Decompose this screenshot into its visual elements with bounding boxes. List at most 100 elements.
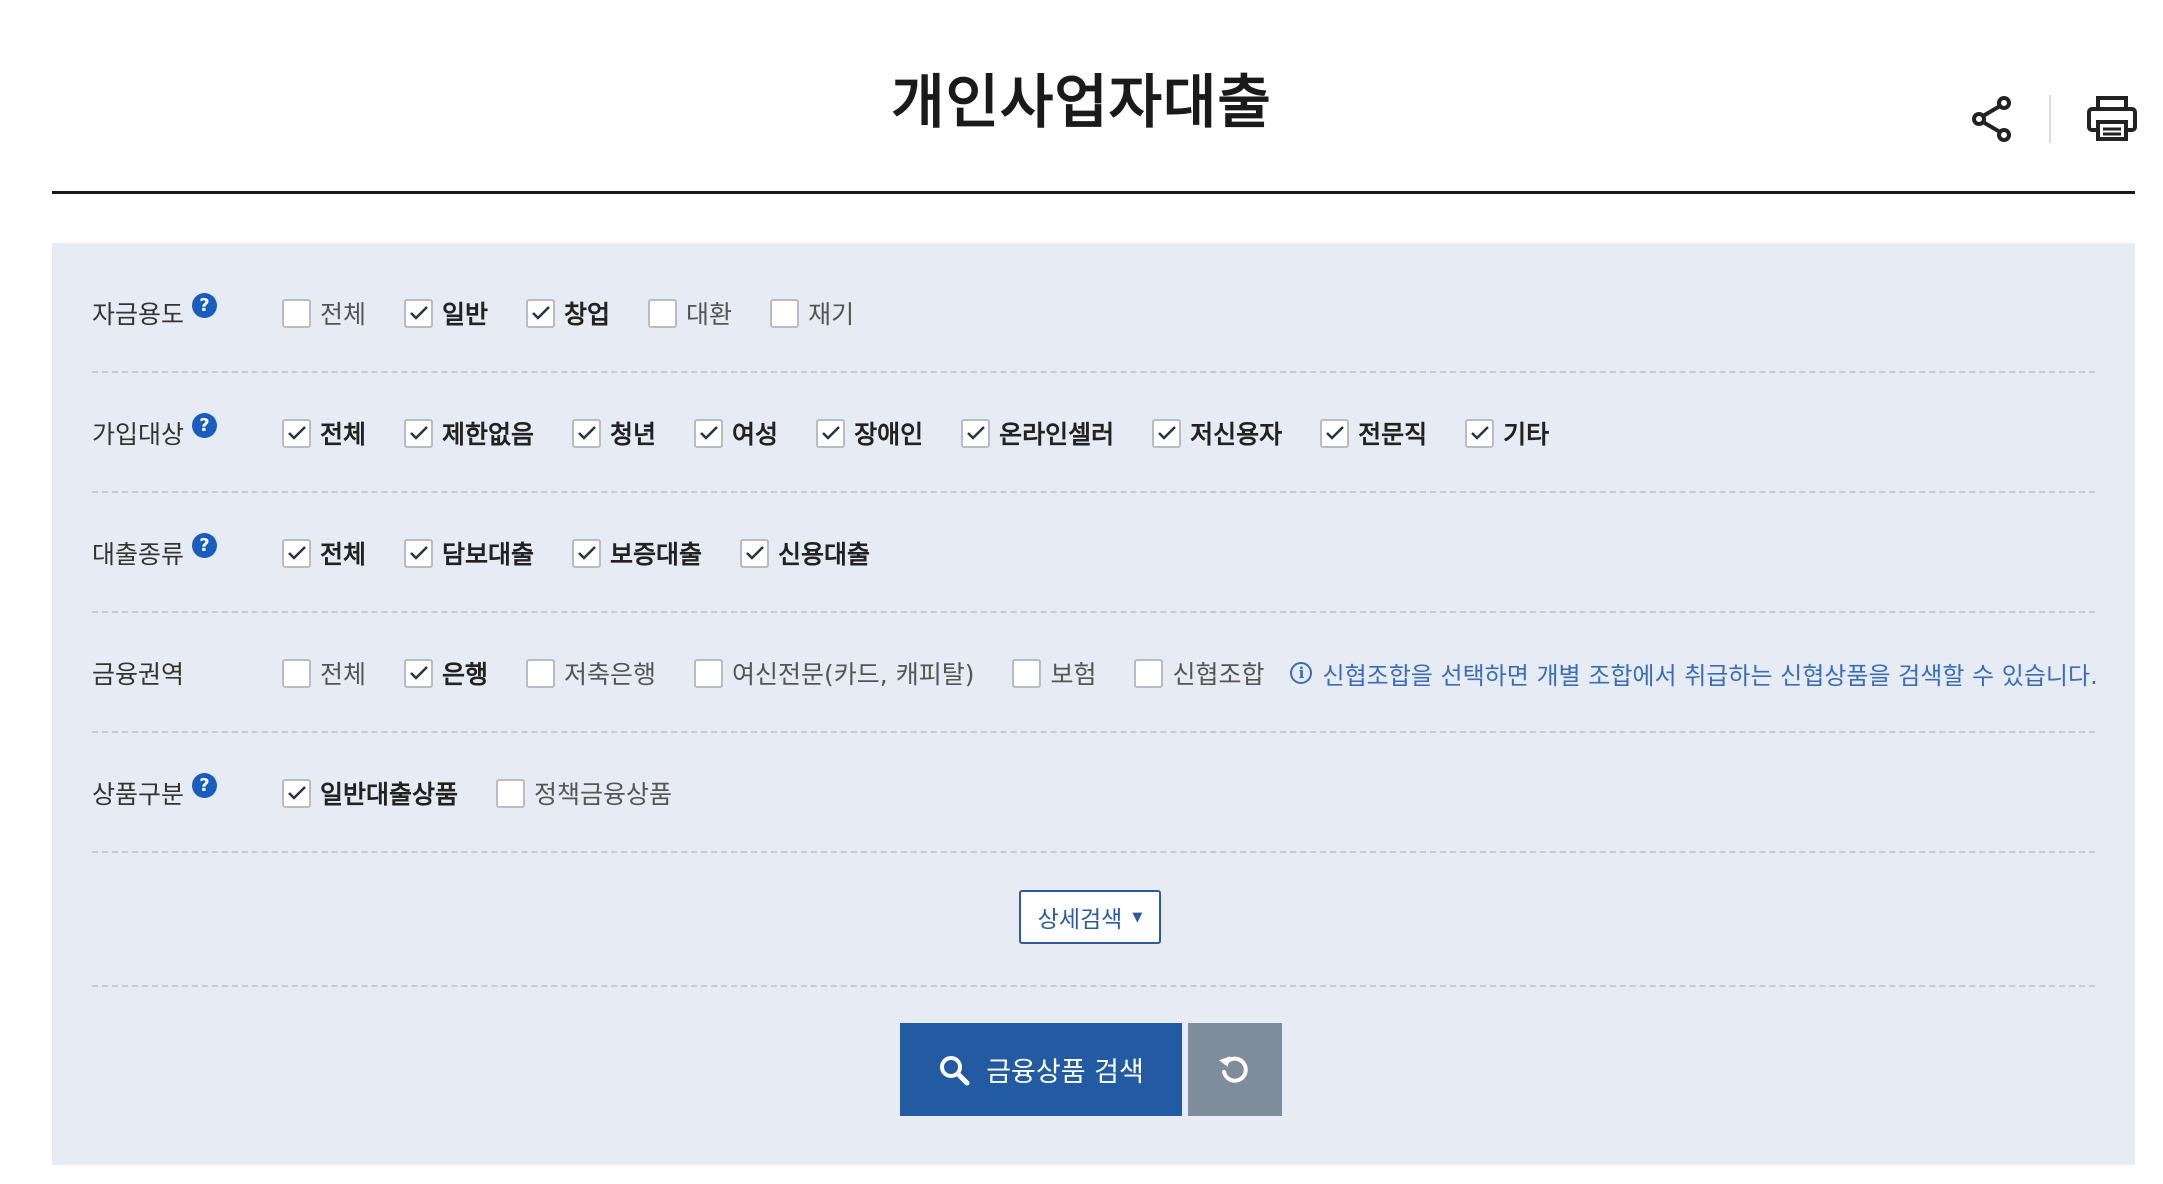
check-icon	[577, 546, 596, 560]
checkbox[interactable]	[282, 538, 311, 568]
checkbox[interactable]	[1465, 418, 1495, 448]
checkbox-option[interactable]: 재기	[770, 295, 854, 331]
checkbox[interactable]	[282, 298, 311, 328]
filter-label: 대출종류 ?	[92, 493, 218, 613]
checkbox-option[interactable]: 전문직	[1320, 415, 1427, 451]
checkbox[interactable]	[694, 658, 724, 688]
check-icon	[699, 426, 718, 440]
checkbox[interactable]	[572, 538, 602, 568]
checkbox-label: 일반대출상품	[320, 780, 459, 809]
checkbox[interactable]	[404, 658, 434, 688]
filter-label: 자금용도 ?	[92, 253, 218, 373]
check-icon	[287, 786, 306, 800]
checkbox[interactable]	[694, 418, 724, 448]
check-icon	[745, 546, 764, 560]
checkbox-option[interactable]: 신용대출	[740, 535, 870, 571]
checkbox[interactable]	[1320, 418, 1350, 448]
checkbox[interactable]	[816, 418, 846, 448]
checkbox-option[interactable]: 일반대출상품	[282, 775, 458, 811]
checkbox[interactable]	[572, 418, 602, 448]
checkbox-option[interactable]: 창업	[526, 295, 610, 331]
checkbox-label: 여신전문(카드, 캐피탈)	[732, 660, 975, 689]
check-icon	[409, 426, 428, 440]
checkbox-label: 전문직	[1358, 420, 1428, 449]
checkbox[interactable]	[282, 658, 311, 688]
share-button[interactable]	[1961, 88, 2023, 150]
checkbox-label: 여성	[732, 420, 779, 449]
checkbox-label: 대환	[686, 300, 733, 329]
checkbox[interactable]	[526, 298, 556, 328]
check-icon	[409, 546, 428, 560]
checkbox-option[interactable]: 전체	[282, 535, 366, 571]
title-divider	[52, 191, 2135, 194]
checkbox[interactable]	[1152, 418, 1182, 448]
checkbox[interactable]	[404, 298, 434, 328]
checkbox-label: 온라인셀러	[999, 420, 1115, 449]
checkbox-option[interactable]: 온라인셀러	[961, 415, 1114, 451]
tool-divider	[2049, 95, 2051, 143]
checkbox-label: 청년	[610, 420, 657, 449]
check-icon	[1470, 426, 1489, 440]
help-icon[interactable]: ?	[192, 412, 218, 438]
search-panel: 자금용도 ? 전체 일반 창업 대환 재기 가입대상 ? 전체 제한없음 청년 …	[52, 243, 2135, 1165]
checkbox-label: 보증대출	[610, 540, 703, 569]
print-button[interactable]	[2081, 88, 2143, 150]
checkbox[interactable]	[526, 658, 556, 688]
detail-search-button[interactable]: 상세검색 ▼	[1019, 890, 1161, 944]
checkbox[interactable]	[282, 418, 311, 448]
reset-button[interactable]	[1188, 1023, 1282, 1116]
help-icon[interactable]: ?	[192, 772, 218, 798]
checkbox-option[interactable]: 기타	[1465, 415, 1549, 451]
checkbox-option[interactable]: 보증대출	[572, 535, 702, 571]
checkbox-option[interactable]: 정책금융상품	[496, 775, 672, 811]
checkbox-option[interactable]: 제한없음	[404, 415, 534, 451]
checkbox-option[interactable]: 저축은행	[526, 655, 656, 691]
filter-label: 상품구분 ?	[92, 733, 218, 853]
checkbox-option[interactable]: 담보대출	[404, 535, 534, 571]
search-products-button[interactable]: 금융상품 검색	[900, 1023, 1182, 1116]
checkbox-option[interactable]: 청년	[572, 415, 656, 451]
title-tools	[1961, 88, 2143, 150]
notice-text: 신협조합을 선택하면 개별 조합에서 취급하는 신협상품을 검색할 수 있습니다…	[1322, 661, 2098, 690]
filter-label-text: 상품구분	[92, 780, 185, 809]
checkbox-option[interactable]: 전체	[282, 295, 366, 331]
checkbox[interactable]	[740, 538, 770, 568]
detail-search-label: 상세검색	[1037, 907, 1123, 933]
checkbox[interactable]	[282, 778, 311, 808]
checkbox-label: 장애인	[854, 420, 924, 449]
checkbox-label: 담보대출	[442, 540, 535, 569]
filter-options: 전체 담보대출 보증대출 신용대출	[282, 493, 908, 613]
checkbox[interactable]	[648, 298, 678, 328]
filter-options: 일반대출상품 정책금융상품	[282, 733, 710, 853]
checkbox-option[interactable]: 여성	[694, 415, 778, 451]
checkbox-option[interactable]: 전체	[282, 415, 366, 451]
checkbox-option[interactable]: 신협조합	[1134, 655, 1264, 691]
checkbox-label: 제한없음	[442, 420, 535, 449]
checkbox-option[interactable]: 대환	[648, 295, 732, 331]
check-icon	[821, 426, 840, 440]
checkbox-option[interactable]: 전체	[282, 655, 366, 691]
checkbox[interactable]	[404, 418, 434, 448]
help-icon[interactable]: ?	[192, 532, 218, 558]
checkbox-option[interactable]: 은행	[404, 655, 488, 691]
checkbox[interactable]	[1012, 658, 1042, 688]
checkbox[interactable]	[1134, 658, 1164, 688]
checkbox[interactable]	[404, 538, 434, 568]
help-icon[interactable]: ?	[192, 292, 218, 318]
checkbox-label: 전체	[320, 420, 367, 449]
filter-row-financial-sector: 금융권역 전체 은행 저축은행 여신전문(카드, 캐피탈) 보험 신협조합 i …	[92, 613, 2098, 733]
checkbox-option[interactable]: 장애인	[816, 415, 923, 451]
checkbox[interactable]	[770, 298, 800, 328]
credit-union-notice: i 신협조합을 선택하면 개별 조합에서 취급하는 신협상품을 검색할 수 있습…	[1290, 656, 2098, 691]
checkbox-label: 재기	[808, 300, 855, 329]
checkbox-option[interactable]: 보험	[1012, 655, 1096, 691]
checkbox-option[interactable]: 일반	[404, 295, 488, 331]
check-icon	[966, 426, 985, 440]
checkbox[interactable]	[496, 778, 526, 808]
checkbox-option[interactable]: 저신용자	[1152, 415, 1282, 451]
checkbox-label: 일반	[442, 300, 489, 329]
check-icon	[1325, 426, 1344, 440]
checkbox-option[interactable]: 여신전문(카드, 캐피탈)	[694, 655, 974, 691]
filter-options: 전체 제한없음 청년 여성 장애인 온라인셀러 저신용자 전문직 기타	[282, 373, 1587, 493]
checkbox[interactable]	[961, 418, 991, 448]
